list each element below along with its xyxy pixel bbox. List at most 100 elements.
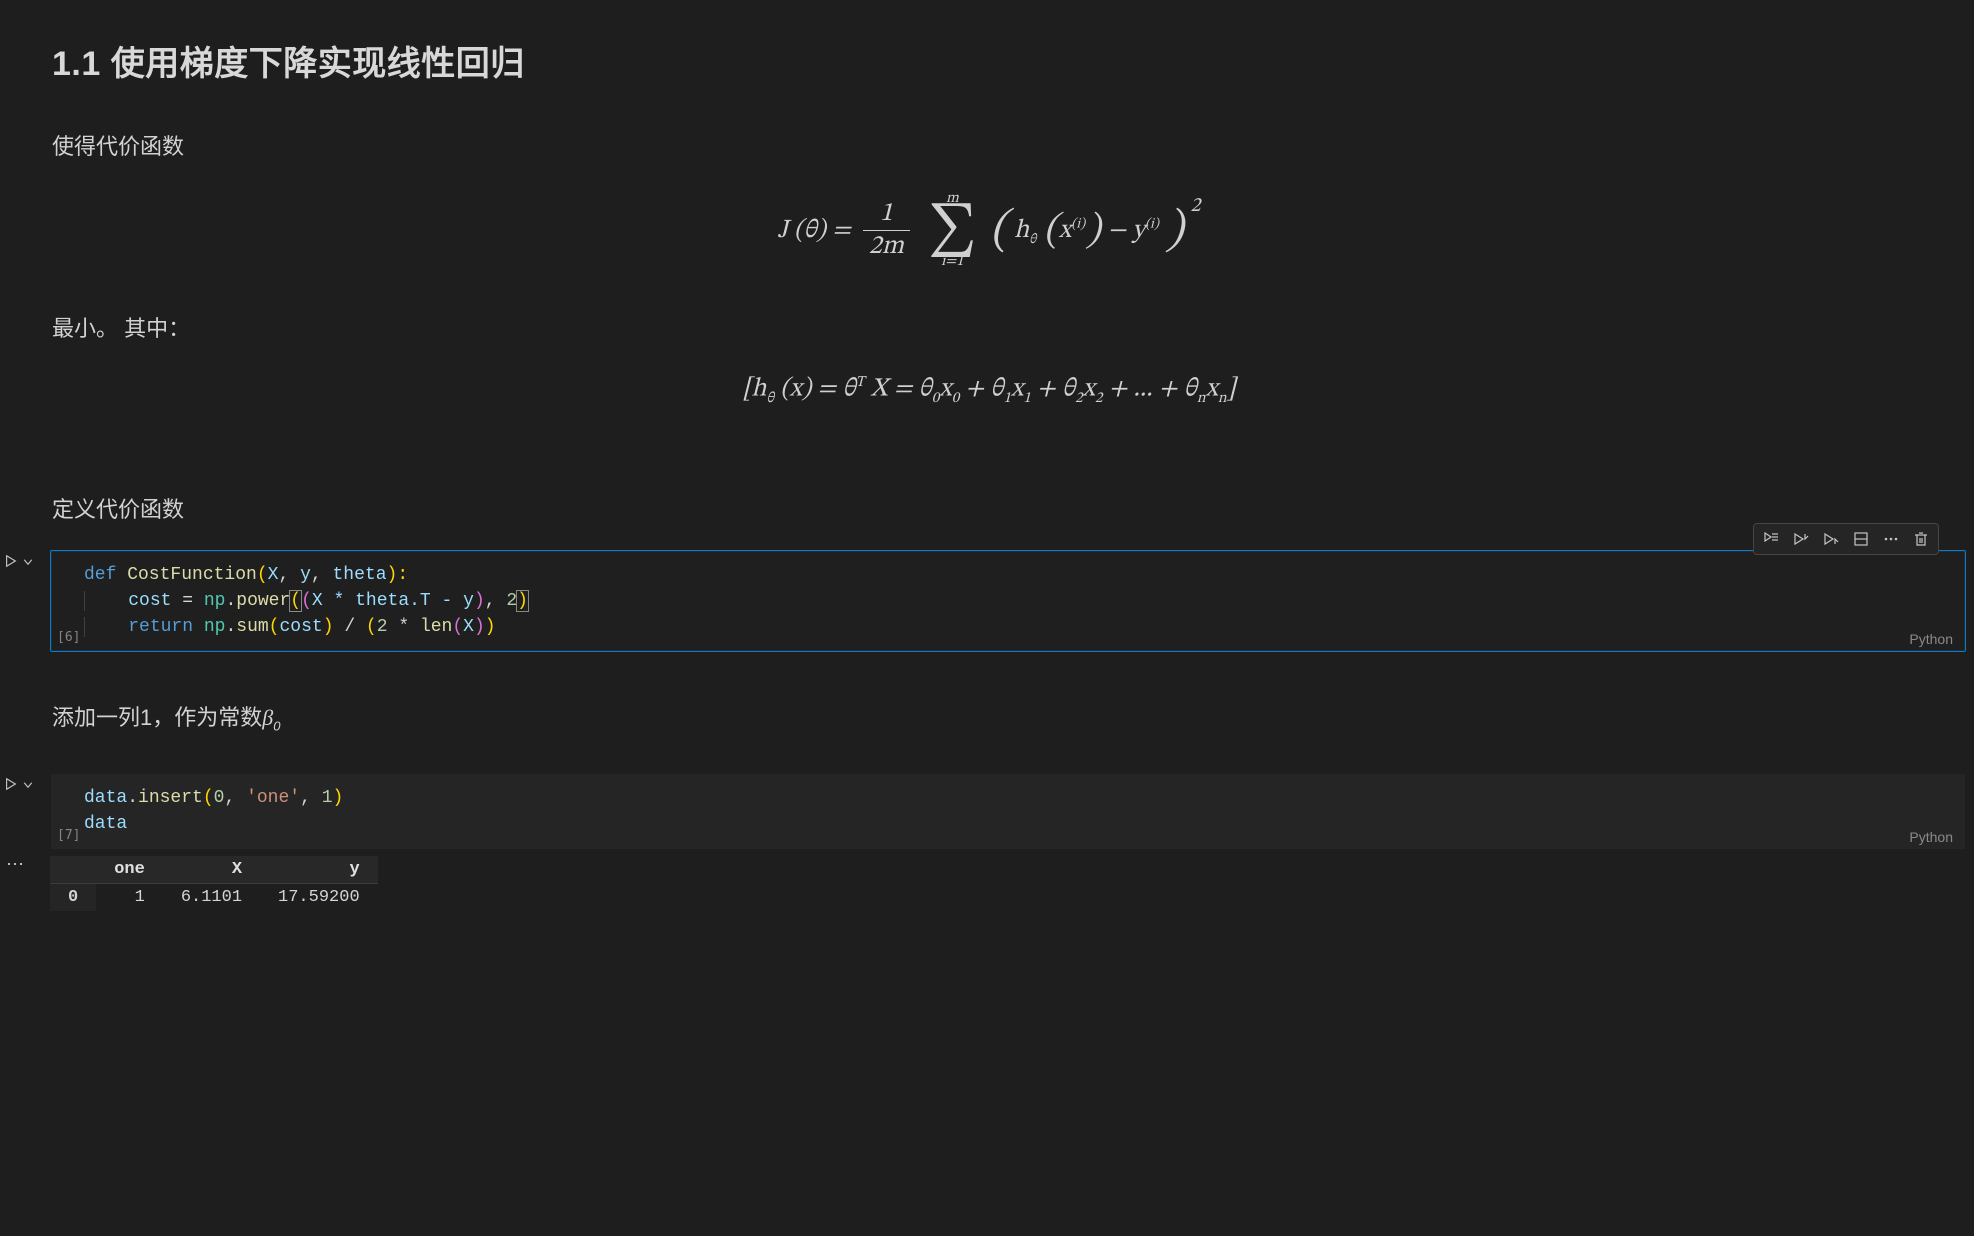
paren: ) bbox=[333, 788, 344, 808]
notebook: 1.1 使用梯度下降实现线性回归 使得代价函数 J (θ) = 1 2m m ∑… bbox=[0, 0, 1974, 911]
more-actions-button[interactable] bbox=[1876, 525, 1906, 553]
sp bbox=[193, 617, 204, 637]
text-main: 添加一列1，作为常数 bbox=[52, 705, 262, 730]
paren-match: ( bbox=[290, 591, 301, 611]
expr: X * theta.T - y bbox=[312, 591, 474, 611]
op: * bbox=[388, 617, 420, 637]
fn: power bbox=[236, 591, 290, 611]
paren: ( bbox=[203, 788, 214, 808]
var: cost bbox=[128, 591, 171, 611]
col-header: one bbox=[96, 856, 163, 884]
chevron-down-icon[interactable] bbox=[22, 556, 34, 568]
var: X bbox=[463, 617, 474, 637]
code-cell-1[interactable]: def CostFunction(X, y, theta): cost = np… bbox=[50, 550, 1966, 652]
param: theta bbox=[333, 565, 387, 585]
sum-symbol: m ∑ i=1 bbox=[928, 191, 977, 271]
right-paren: ) bbox=[1166, 212, 1183, 250]
delete-cell-button[interactable] bbox=[1906, 525, 1936, 553]
xn: x bbox=[1205, 376, 1217, 402]
cell-language-label[interactable]: Python bbox=[1909, 631, 1953, 647]
run-cell-icon[interactable] bbox=[4, 554, 18, 568]
plus1: + θ bbox=[959, 376, 1003, 402]
dataframe-table: one X y 0 1 6.1101 17.59200 bbox=[50, 856, 378, 911]
eq2-close: ] bbox=[1227, 376, 1236, 402]
row-index: 0 bbox=[50, 883, 96, 911]
comma: , bbox=[224, 788, 246, 808]
x2: x bbox=[1083, 376, 1095, 402]
run-by-line-button[interactable] bbox=[1756, 525, 1786, 553]
sum-lower: i=1 bbox=[928, 254, 977, 271]
comma: , bbox=[278, 565, 300, 585]
execution-count-2: [7] bbox=[57, 828, 80, 843]
exponent-2: 2 bbox=[1190, 196, 1200, 216]
paren: ( bbox=[301, 591, 312, 611]
execute-above-button[interactable] bbox=[1786, 525, 1816, 553]
param: X bbox=[268, 565, 279, 585]
minus: − bbox=[1108, 218, 1133, 244]
eq2-theta: θ bbox=[766, 391, 774, 406]
chevron-down-icon[interactable] bbox=[22, 779, 34, 791]
builtin: len bbox=[420, 617, 452, 637]
code-content-2[interactable]: data.insert(0, 'one', 1) data bbox=[84, 785, 1948, 837]
comma: , bbox=[300, 788, 322, 808]
output-ellipsis-icon[interactable]: ⋯ bbox=[6, 854, 24, 875]
code-cell-1-wrap: def CostFunction(X, y, theta): cost = np… bbox=[0, 550, 1974, 652]
paren: ( bbox=[366, 617, 377, 637]
comma: , bbox=[485, 591, 507, 611]
x: x bbox=[1059, 218, 1071, 244]
paren: ) bbox=[474, 591, 485, 611]
fraction: 1 2m bbox=[863, 200, 910, 262]
param: y bbox=[300, 565, 311, 585]
y: y bbox=[1133, 218, 1146, 244]
eq-text: J (θ) = bbox=[778, 218, 851, 244]
code-cell-2[interactable]: data.insert(0, 'one', 1) data Python [7] bbox=[50, 773, 1966, 849]
var: data bbox=[84, 814, 127, 834]
paren: ) bbox=[474, 617, 485, 637]
theta-sub: θ bbox=[1029, 233, 1036, 247]
keyword-def: def bbox=[84, 565, 116, 585]
cell-gutter bbox=[0, 554, 46, 568]
fn: sum bbox=[236, 617, 268, 637]
dots: + ... + θ bbox=[1102, 376, 1196, 402]
col-header: y bbox=[260, 856, 378, 884]
paren: ) bbox=[485, 617, 496, 637]
plus2: + θ bbox=[1031, 376, 1075, 402]
paragraph-min: 最小。 其中： bbox=[52, 311, 1926, 343]
split-cell-button[interactable] bbox=[1846, 525, 1876, 553]
module: np bbox=[204, 617, 226, 637]
num: 0 bbox=[214, 788, 225, 808]
paren: ( bbox=[269, 617, 280, 637]
code-cell-2-wrap: data.insert(0, 'one', 1) data Python [7] bbox=[0, 773, 1974, 849]
fn-name: CostFunction bbox=[116, 565, 256, 585]
code-content-1[interactable]: def CostFunction(X, y, theta): cost = np… bbox=[84, 562, 1948, 640]
markdown-cell-heading: 1.1 使用梯度下降实现线性回归 使得代价函数 J (θ) = 1 2m m ∑… bbox=[0, 0, 1974, 482]
paren: ( bbox=[257, 565, 268, 585]
paragraph-cost: 使得代价函数 bbox=[52, 129, 1926, 161]
sigma-icon: ∑ bbox=[928, 208, 977, 255]
equation-hypothesis: [hθ (x) = θT X = θ0x0 + θ1x1 + θ2x2 + ..… bbox=[52, 373, 1926, 408]
num: 1 bbox=[322, 788, 333, 808]
code-editor-2[interactable]: data.insert(0, 'one', 1) data bbox=[51, 774, 1965, 848]
sub1: 1 bbox=[1003, 391, 1010, 406]
markdown-cell-define-cost: 定义代价函数 bbox=[0, 482, 1974, 548]
var: data bbox=[84, 788, 127, 808]
execution-count: [6] bbox=[57, 630, 80, 645]
num: 2 bbox=[377, 617, 388, 637]
inner-rparen: ) bbox=[1086, 215, 1100, 247]
run-cell-icon[interactable] bbox=[4, 777, 18, 791]
num: 2 bbox=[506, 591, 517, 611]
sub1b: 1 bbox=[1023, 391, 1030, 406]
beta-sub: 0 bbox=[273, 718, 280, 733]
keyword-return: return bbox=[128, 617, 193, 637]
paren: ) bbox=[323, 617, 334, 637]
paren-close: ): bbox=[387, 565, 409, 585]
x1: x bbox=[1011, 376, 1023, 402]
cell-language-label-2[interactable]: Python bbox=[1909, 829, 1953, 845]
op: = bbox=[171, 591, 203, 611]
dot: . bbox=[225, 591, 236, 611]
h: h bbox=[1014, 218, 1029, 244]
dot: . bbox=[225, 617, 236, 637]
eq2-open: [h bbox=[742, 376, 766, 402]
code-editor-1[interactable]: def CostFunction(X, y, theta): cost = np… bbox=[51, 551, 1965, 651]
execute-below-button[interactable] bbox=[1816, 525, 1846, 553]
